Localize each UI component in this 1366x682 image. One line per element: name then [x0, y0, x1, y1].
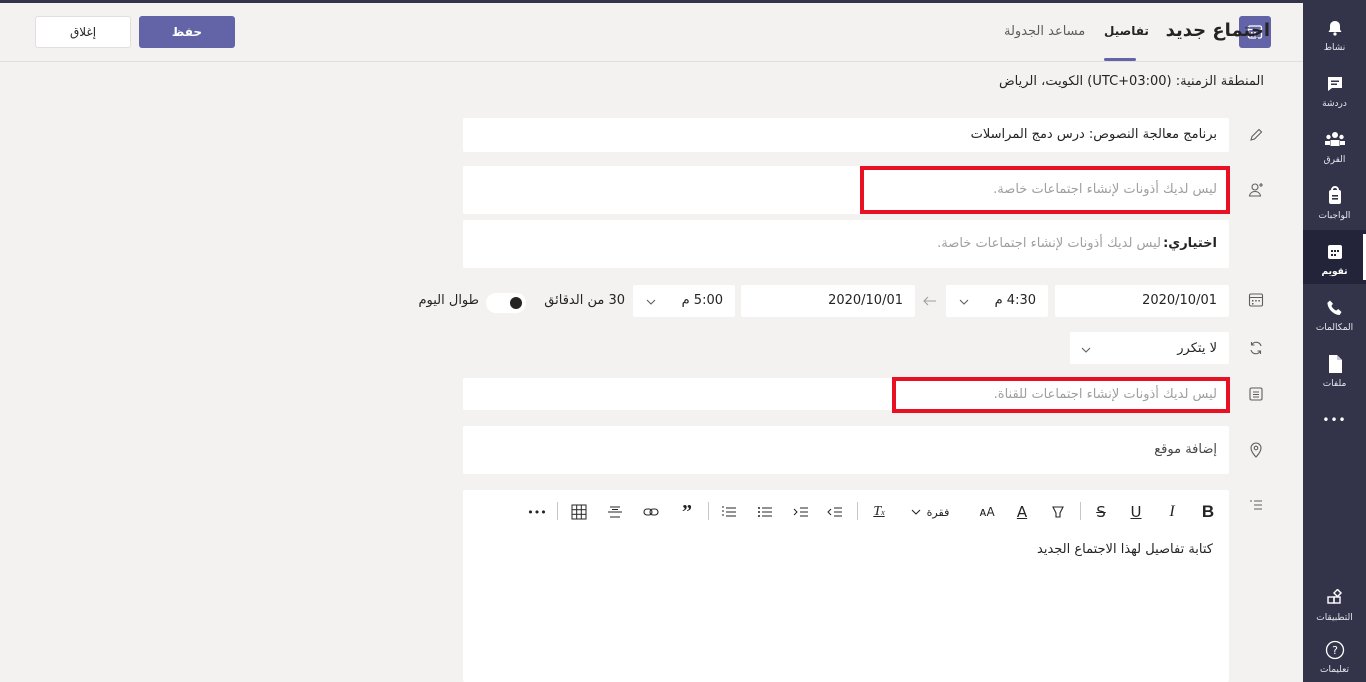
tab-details[interactable]: تفاصيل — [1104, 24, 1149, 38]
more-options-button[interactable]: ••• — [526, 500, 548, 524]
details-placeholder: كتابة تفاصيل لهذا الاجتماع الجديد — [1037, 542, 1213, 557]
quote-button[interactable]: ” — [676, 500, 698, 524]
chevron-down-icon — [908, 500, 924, 524]
bold-button[interactable]: B — [1198, 500, 1218, 524]
location-field[interactable]: إضافة موقع — [463, 426, 1229, 474]
help-icon: ? — [1303, 640, 1366, 660]
start-date-value: 2020/10/01 — [1142, 293, 1217, 308]
repeat-select[interactable]: لا يتكرر — [1070, 332, 1229, 364]
svg-text:?: ? — [1332, 644, 1338, 657]
rail-item-activity[interactable]: نشاط — [1303, 6, 1366, 60]
rail-label: تقويم — [1321, 267, 1348, 277]
duration-label: 30 من الدقائق — [544, 293, 625, 308]
rail-label: نشاط — [1323, 43, 1346, 53]
more-icon: ••• — [1322, 413, 1347, 427]
title-value: برنامج معالجة النصوص: درس دمج المراسلات — [970, 127, 1217, 142]
rail-label: دردشة — [1322, 99, 1347, 109]
font-color-button[interactable]: A — [1012, 500, 1032, 524]
start-time-select[interactable]: 4:30 م — [946, 285, 1048, 317]
rail-more-button[interactable]: ••• — [1303, 404, 1366, 434]
teams-icon — [1303, 130, 1366, 150]
repeat-value: لا يتكرر — [1177, 341, 1217, 356]
chevron-down-icon — [1080, 341, 1092, 360]
chevron-down-icon — [645, 293, 657, 312]
end-time-select[interactable]: 5:00 م — [633, 285, 735, 317]
bullet-list-icon[interactable] — [754, 500, 776, 524]
rail-label: التطبيقات — [1316, 613, 1353, 623]
decrease-indent-icon[interactable] — [824, 500, 846, 524]
rail-item-chat[interactable]: دردشة — [1303, 62, 1366, 116]
arrow-left-icon — [922, 293, 938, 313]
channel-icon — [1246, 384, 1266, 404]
app-rail: نشاط دردشة الفرق الواجبات تقويم المكالما… — [1303, 0, 1366, 682]
rail-item-calls[interactable]: المكالمات — [1303, 286, 1366, 340]
start-time-value: 4:30 م — [994, 293, 1036, 308]
rail-label: الفرق — [1323, 155, 1346, 165]
location-pin-icon — [1246, 440, 1266, 460]
rail-item-apps[interactable]: التطبيقات — [1303, 576, 1366, 630]
clear-formatting-button[interactable]: Tx — [868, 500, 890, 524]
timezone-label[interactable]: المنطقة الزمنية: (UTC+03:00) الكويت، الر… — [999, 74, 1264, 89]
chevron-down-icon — [958, 293, 970, 312]
italic-button[interactable]: I — [1162, 500, 1182, 524]
end-time-value: 5:00 م — [681, 293, 723, 308]
tab-scheduling-assistant[interactable]: مساعد الجدولة — [1004, 24, 1085, 39]
phone-icon — [1303, 298, 1366, 318]
toolbar-divider — [708, 502, 709, 520]
highlight-box — [860, 166, 1230, 214]
toggle-knob — [510, 297, 522, 309]
rail-item-files[interactable]: ملفات — [1303, 342, 1366, 396]
underline-button[interactable]: U — [1126, 500, 1146, 524]
highlight-box — [892, 377, 1230, 413]
end-date-picker[interactable]: 2020/10/01 — [741, 285, 915, 317]
rail-item-teams[interactable]: الفرق — [1303, 118, 1366, 172]
rail-label: تعليمات — [1320, 665, 1349, 675]
increase-indent-icon[interactable] — [790, 500, 812, 524]
optional-placeholder: ليس لديك أذونات لإنشاء اجتماعات خاصة. — [937, 236, 1161, 251]
page-title: اجتماع جديد — [1165, 20, 1270, 41]
rail-label: ملفات — [1322, 379, 1347, 389]
all-day-label: طوال اليوم — [418, 293, 479, 308]
table-icon[interactable] — [568, 500, 590, 524]
files-icon — [1303, 354, 1366, 374]
optional-label: اختياري: — [1163, 236, 1217, 251]
start-date-picker[interactable]: 2020/10/01 — [1055, 285, 1229, 317]
rail-item-calendar[interactable]: تقويم — [1303, 230, 1366, 284]
add-person-icon — [1246, 180, 1266, 200]
rail-item-assignments[interactable]: الواجبات — [1303, 174, 1366, 228]
optional-attendees-field[interactable]: اختياري: ليس لديك أذونات لإنشاء اجتماعات… — [463, 220, 1229, 268]
link-icon[interactable] — [640, 500, 662, 524]
numbered-list-icon[interactable] — [718, 500, 740, 524]
tab-active-indicator — [1104, 58, 1136, 61]
details-icon — [1246, 496, 1266, 516]
paragraph-select[interactable]: فقرة — [926, 500, 950, 524]
toolbar-divider — [1080, 502, 1081, 520]
calendar-icon — [1303, 242, 1366, 262]
calendar-icon — [1246, 290, 1266, 310]
chat-icon — [1303, 74, 1366, 94]
strikethrough-button[interactable]: S — [1091, 500, 1111, 524]
pencil-icon — [1246, 125, 1266, 145]
rail-item-help[interactable]: ? تعليمات — [1303, 628, 1366, 682]
title-field[interactable]: برنامج معالجة النصوص: درس دمج المراسلات — [463, 118, 1229, 152]
all-day-toggle[interactable] — [486, 293, 526, 313]
toolbar-divider — [557, 502, 558, 520]
end-date-value: 2020/10/01 — [828, 293, 903, 308]
save-button[interactable]: حفظ — [139, 16, 235, 48]
toolbar-divider — [857, 502, 858, 520]
rail-label: المكالمات — [1315, 323, 1354, 333]
rail-label: الواجبات — [1318, 211, 1351, 221]
horizontal-rule-icon[interactable] — [604, 500, 626, 524]
repeat-icon — [1246, 338, 1266, 358]
apps-icon — [1303, 588, 1366, 608]
location-placeholder: إضافة موقع — [1154, 442, 1217, 457]
assignments-icon — [1303, 186, 1366, 206]
close-button[interactable]: إغلاق — [35, 16, 131, 48]
bell-icon — [1303, 18, 1366, 38]
font-size-button[interactable]: ᴀA — [976, 500, 998, 524]
highlight-icon[interactable] — [1048, 500, 1068, 524]
